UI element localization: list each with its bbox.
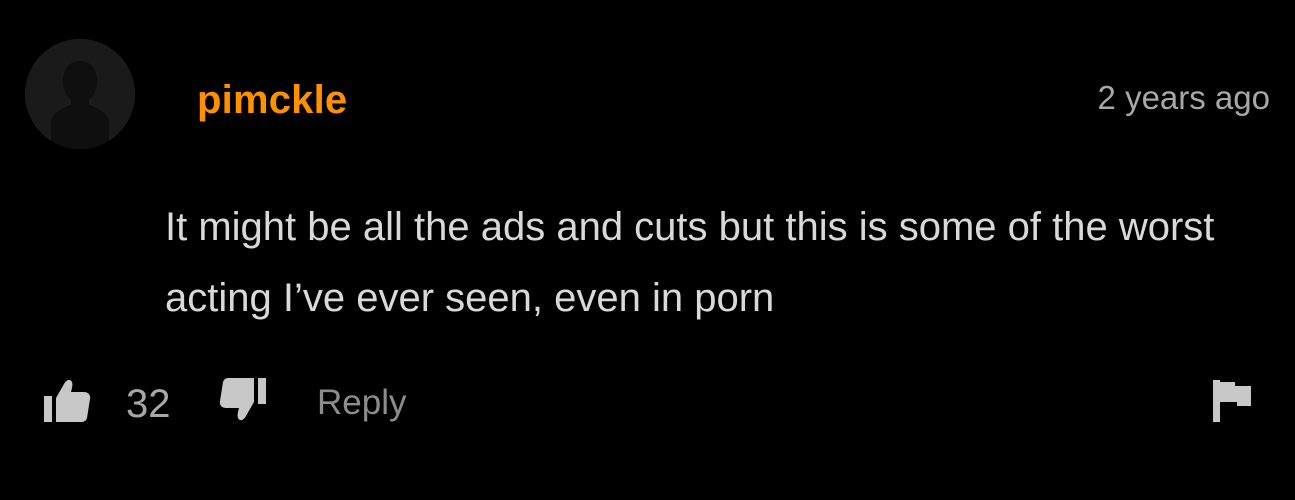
username-link[interactable]: pimckle bbox=[197, 76, 347, 124]
avatar[interactable] bbox=[25, 39, 135, 149]
thumbs-up-icon bbox=[44, 379, 91, 422]
reply-button[interactable]: Reply bbox=[317, 382, 406, 424]
thumbs-down-button[interactable] bbox=[212, 374, 268, 426]
flag-icon bbox=[1213, 380, 1251, 422]
comment-body: It might be all the ads and cuts but thi… bbox=[165, 205, 1215, 320]
user-silhouette-icon bbox=[25, 39, 135, 149]
vote-count: 32 bbox=[126, 382, 171, 426]
comment-timestamp: 2 years ago bbox=[1097, 79, 1270, 116]
thumbs-up-button[interactable] bbox=[42, 374, 98, 426]
comment-card: pimckle 2 years ago It might be all the … bbox=[0, 0, 1295, 500]
thumbs-down-icon bbox=[219, 378, 266, 421]
comment-actions: 32 Reply bbox=[0, 372, 1295, 434]
report-flag-button[interactable] bbox=[1211, 378, 1255, 424]
